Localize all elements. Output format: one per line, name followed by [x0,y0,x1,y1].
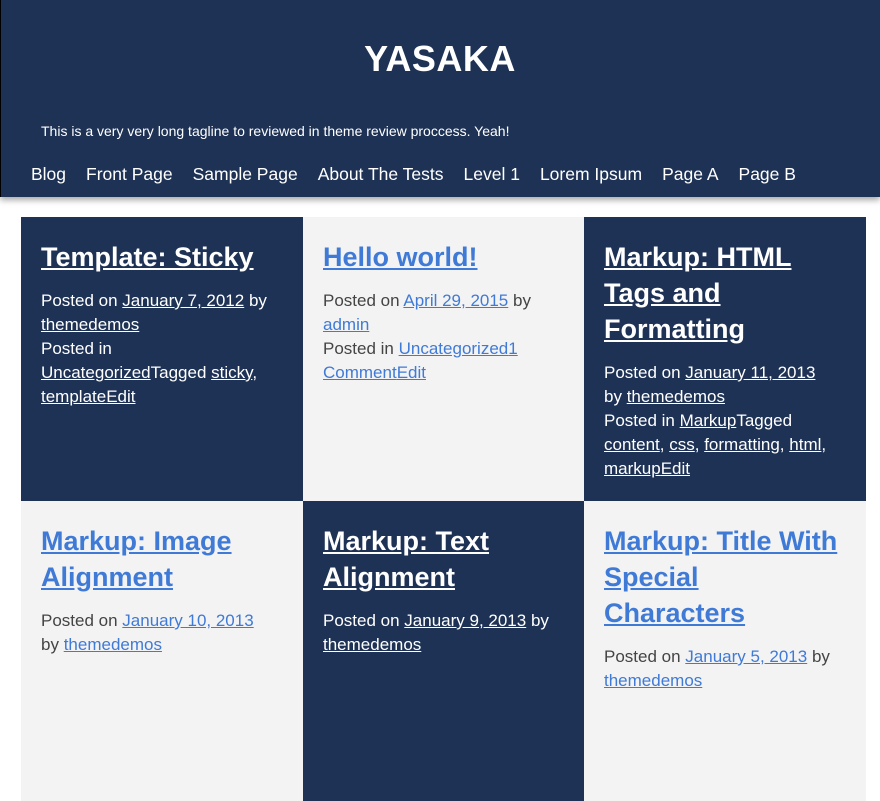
post-card: Markup: Image Alignment Posted on Januar… [21,501,303,801]
by-label: by [513,291,531,310]
separator: , [252,363,258,382]
post-author-link[interactable]: themedemos [64,635,162,654]
post-tag-link[interactable]: template [41,387,106,406]
posted-in-label: Posted in [41,339,112,358]
posted-in-label: Posted in [604,411,675,430]
post-title-link[interactable]: Markup: HTML Tags and Formatting [604,242,791,344]
post-tag-link[interactable]: markup [604,459,661,478]
by-label: by [530,611,549,630]
post-date-link[interactable]: January 10, 2013 [122,611,253,630]
post-date-link[interactable]: January 5, 2013 [685,647,807,666]
post-meta: Posted on January 9, 2013 by themedemos [323,609,564,657]
main-navigation: Blog Front Page Sample Page About The Te… [31,164,816,185]
post-card: Markup: HTML Tags and Formatting Posted … [584,217,866,501]
post-edit-link[interactable]: Edit [661,459,690,478]
nav-item-page-a[interactable]: Page A [662,164,718,185]
post-title: Hello world! [323,239,564,275]
post-meta: Posted on January 7, 2012 by themedemos … [41,289,283,409]
post-meta: Posted on April 29, 2015 by admin Posted… [323,289,564,385]
post-meta: Posted on January 11, 2013 by themedemos… [604,361,846,481]
nav-item-front-page[interactable]: Front Page [86,164,173,185]
by-label: by [604,387,622,406]
post-title: Markup: Title With Special Characters [604,523,846,631]
post-card: Hello world! Posted on April 29, 2015 by… [303,217,584,501]
post-title-link[interactable]: Markup: Text Alignment [323,526,489,592]
post-category-link[interactable]: Uncategorized [41,363,151,382]
by-label: by [41,635,59,654]
separator: , [694,435,700,454]
post-author-link[interactable]: themedemos [627,387,725,406]
post-tag-link[interactable]: formatting [704,435,780,454]
separator: , [659,435,665,454]
nav-item-level-1[interactable]: Level 1 [464,164,520,185]
posted-on-label: Posted on [323,611,400,630]
post-edit-link[interactable]: Edit [397,363,426,382]
post-date-link[interactable]: April 29, 2015 [403,291,508,310]
nav-item-sample-page[interactable]: Sample Page [193,164,298,185]
posted-on-label: Posted on [604,363,681,382]
post-date-link[interactable]: January 9, 2013 [404,611,526,630]
tagged-label: Tagged [736,411,793,430]
site-tagline: This is a very very long tagline to revi… [41,123,510,139]
post-date-link[interactable]: January 11, 2013 [685,363,815,382]
post-author-link[interactable]: admin [323,315,369,334]
nav-item-lorem-ipsum[interactable]: Lorem Ipsum [540,164,642,185]
posted-on-label: Posted on [604,647,681,666]
post-tag-link[interactable]: css [669,435,695,454]
post-title-link[interactable]: Markup: Image Alignment [41,526,232,592]
separator: , [779,435,785,454]
posted-on-label: Posted on [41,611,118,630]
post-title: Template: Sticky [41,239,283,275]
post-author-link[interactable]: themedemos [604,671,702,690]
separator: , [821,435,827,454]
post-edit-link[interactable]: Edit [106,387,135,406]
post-title: Markup: Image Alignment [41,523,283,595]
post-date-link[interactable]: January 7, 2012 [122,291,244,310]
post-meta: Posted on January 10, 2013 by themedemos [41,609,283,657]
site-title[interactable]: YASAKA [0,38,880,80]
post-author-link[interactable]: themedemos [41,315,139,334]
post-tag-link[interactable]: sticky [211,363,252,382]
by-label: by [811,647,830,666]
post-category-link[interactable]: Markup [680,411,737,430]
post-title: Markup: HTML Tags and Formatting [604,239,846,347]
post-title: Markup: Text Alignment [323,523,564,595]
post-title-link[interactable]: Markup: Title With Special Characters [604,526,837,628]
post-card: Markup: Text Alignment Posted on January… [303,501,584,801]
post-author-link[interactable]: themedemos [323,635,421,654]
window-edge [0,0,1,197]
post-meta: Posted on January 5, 2013 by themedemos [604,645,846,693]
post-card: Markup: Title With Special Characters Po… [584,501,866,801]
post-card: Template: Sticky Posted on January 7, 20… [21,217,303,501]
post-tag-link[interactable]: content [604,435,660,454]
by-label: by [248,291,267,310]
site-header: YASAKA This is a very very long tagline … [0,0,880,197]
posted-on-label: Posted on [323,291,400,310]
posted-on-label: Posted on [41,291,118,310]
post-tag-link[interactable]: html [789,435,821,454]
post-title-link[interactable]: Template: Sticky [41,242,254,272]
post-grid: Template: Sticky Posted on January 7, 20… [21,217,866,801]
nav-item-page-b[interactable]: Page B [739,164,796,185]
nav-item-about-the-tests[interactable]: About The Tests [318,164,444,185]
posted-in-label: Posted in [323,339,394,358]
post-category-link[interactable]: Uncategorized [399,339,509,358]
nav-item-blog[interactable]: Blog [31,164,66,185]
tagged-label: Tagged [150,363,207,382]
post-title-link[interactable]: Hello world! [323,242,478,272]
